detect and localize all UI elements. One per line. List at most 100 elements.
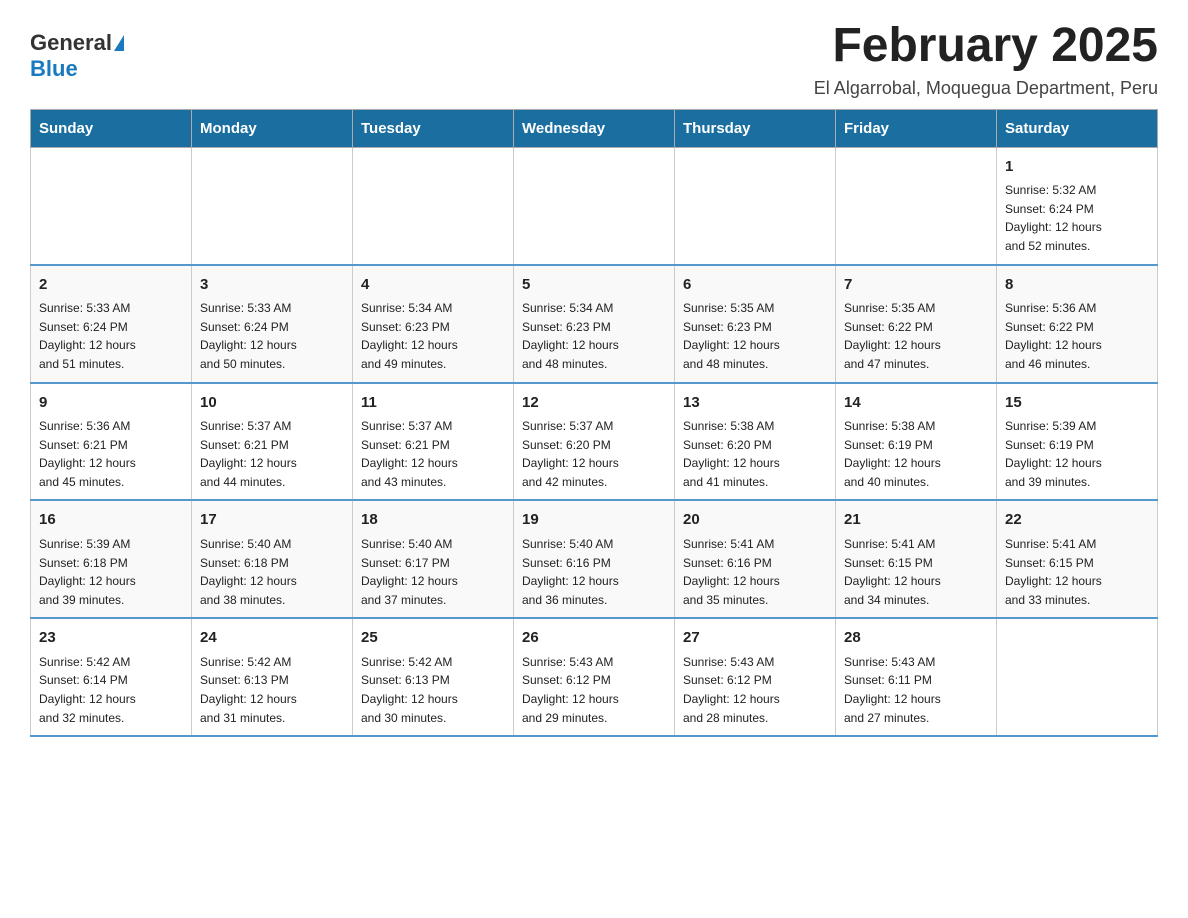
- calendar-week-row: 23 Sunrise: 5:42 AM Sunset: 6:14 PM Dayli…: [31, 618, 1158, 736]
- day-number: 26: [522, 627, 666, 650]
- calendar-week-row: 1Sunrise: 5:32 AM Sunset: 6:24 PM Daylig…: [31, 147, 1158, 264]
- day-info: Sunrise: 5:34 AM Sunset: 6:23 PM Dayligh…: [361, 299, 505, 373]
- header-sunday: Sunday: [31, 109, 192, 147]
- day-info: Sunrise: 5:42 AM Sunset: 6:13 PM Dayligh…: [200, 653, 344, 727]
- day-info: Sunrise: 5:37 AM Sunset: 6:21 PM Dayligh…: [361, 417, 505, 491]
- day-info: Sunrise: 5:42 AM Sunset: 6:13 PM Dayligh…: [361, 653, 505, 727]
- calendar-cell: [997, 618, 1158, 736]
- calendar-cell: 18Sunrise: 5:40 AM Sunset: 6:17 PM Dayli…: [353, 500, 514, 618]
- header-friday: Friday: [836, 109, 997, 147]
- calendar-cell: 11Sunrise: 5:37 AM Sunset: 6:21 PM Dayli…: [353, 383, 514, 501]
- calendar-cell: 24 Sunrise: 5:42 AM Sunset: 6:13 PM Dayli…: [192, 618, 353, 736]
- location-title: El Algarrobal, Moquegua Department, Peru: [814, 78, 1158, 99]
- header-saturday: Saturday: [997, 109, 1158, 147]
- calendar-cell: 15Sunrise: 5:39 AM Sunset: 6:19 PM Dayli…: [997, 383, 1158, 501]
- calendar-cell: [353, 147, 514, 264]
- day-number: 16: [39, 509, 183, 532]
- day-info: Sunrise: 5:32 AM Sunset: 6:24 PM Dayligh…: [1005, 181, 1149, 255]
- title-area: February 2025 El Algarrobal, Moquegua De…: [814, 20, 1158, 99]
- header-tuesday: Tuesday: [353, 109, 514, 147]
- day-info: Sunrise: 5:39 AM Sunset: 6:19 PM Dayligh…: [1005, 417, 1149, 491]
- logo-blue-text: Blue: [30, 56, 78, 82]
- calendar-cell: 27 Sunrise: 5:43 AM Sunset: 6:12 PM Dayli…: [675, 618, 836, 736]
- day-number: 4: [361, 274, 505, 297]
- calendar-cell: 20Sunrise: 5:41 AM Sunset: 6:16 PM Dayli…: [675, 500, 836, 618]
- header-wednesday: Wednesday: [514, 109, 675, 147]
- day-number: 3: [200, 274, 344, 297]
- day-info: Sunrise: 5:35 AM Sunset: 6:23 PM Dayligh…: [683, 299, 827, 373]
- day-info: Sunrise: 5:39 AM Sunset: 6:18 PM Dayligh…: [39, 535, 183, 609]
- page-header: General Blue February 2025 El Algarrobal…: [30, 20, 1158, 99]
- calendar-table: SundayMondayTuesdayWednesdayThursdayFrid…: [30, 109, 1158, 737]
- calendar-cell: 12Sunrise: 5:37 AM Sunset: 6:20 PM Dayli…: [514, 383, 675, 501]
- calendar-cell: 9Sunrise: 5:36 AM Sunset: 6:21 PM Daylig…: [31, 383, 192, 501]
- calendar-cell: 7Sunrise: 5:35 AM Sunset: 6:22 PM Daylig…: [836, 265, 997, 383]
- day-number: 12: [522, 392, 666, 415]
- calendar-cell: 28 Sunrise: 5:43 AM Sunset: 6:11 PM Dayli…: [836, 618, 997, 736]
- calendar-cell: 21 Sunrise: 5:41 AM Sunset: 6:15 PM Dayli…: [836, 500, 997, 618]
- day-info: Sunrise: 5:34 AM Sunset: 6:23 PM Dayligh…: [522, 299, 666, 373]
- calendar-cell: 3Sunrise: 5:33 AM Sunset: 6:24 PM Daylig…: [192, 265, 353, 383]
- logo: General Blue: [30, 30, 124, 82]
- calendar-cell: 8Sunrise: 5:36 AM Sunset: 6:22 PM Daylig…: [997, 265, 1158, 383]
- day-number: 17: [200, 509, 344, 532]
- day-number: 19: [522, 509, 666, 532]
- day-info: Sunrise: 5:36 AM Sunset: 6:21 PM Dayligh…: [39, 417, 183, 491]
- day-number: 24: [200, 627, 344, 650]
- calendar-cell: [836, 147, 997, 264]
- calendar-cell: 4Sunrise: 5:34 AM Sunset: 6:23 PM Daylig…: [353, 265, 514, 383]
- day-info: Sunrise: 5:40 AM Sunset: 6:18 PM Dayligh…: [200, 535, 344, 609]
- day-number: 21: [844, 509, 988, 532]
- day-info: Sunrise: 5:36 AM Sunset: 6:22 PM Dayligh…: [1005, 299, 1149, 373]
- day-number: 7: [844, 274, 988, 297]
- day-info: Sunrise: 5:33 AM Sunset: 6:24 PM Dayligh…: [39, 299, 183, 373]
- calendar-cell: 17 Sunrise: 5:40 AM Sunset: 6:18 PM Dayli…: [192, 500, 353, 618]
- day-number: 22: [1005, 509, 1149, 532]
- calendar-header-row: SundayMondayTuesdayWednesdayThursdayFrid…: [31, 109, 1158, 147]
- day-info: Sunrise: 5:38 AM Sunset: 6:19 PM Dayligh…: [844, 417, 988, 491]
- logo-general-text: General: [30, 30, 112, 56]
- calendar-cell: 6Sunrise: 5:35 AM Sunset: 6:23 PM Daylig…: [675, 265, 836, 383]
- day-info: Sunrise: 5:35 AM Sunset: 6:22 PM Dayligh…: [844, 299, 988, 373]
- day-number: 2: [39, 274, 183, 297]
- calendar-cell: 2Sunrise: 5:33 AM Sunset: 6:24 PM Daylig…: [31, 265, 192, 383]
- day-info: Sunrise: 5:40 AM Sunset: 6:17 PM Dayligh…: [361, 535, 505, 609]
- day-info: Sunrise: 5:43 AM Sunset: 6:11 PM Dayligh…: [844, 653, 988, 727]
- day-info: Sunrise: 5:43 AM Sunset: 6:12 PM Dayligh…: [522, 653, 666, 727]
- day-number: 23: [39, 627, 183, 650]
- day-number: 25: [361, 627, 505, 650]
- day-number: 6: [683, 274, 827, 297]
- day-info: Sunrise: 5:33 AM Sunset: 6:24 PM Dayligh…: [200, 299, 344, 373]
- day-number: 27: [683, 627, 827, 650]
- calendar-cell: 26 Sunrise: 5:43 AM Sunset: 6:12 PM Dayli…: [514, 618, 675, 736]
- day-number: 11: [361, 392, 505, 415]
- day-info: Sunrise: 5:42 AM Sunset: 6:14 PM Dayligh…: [39, 653, 183, 727]
- day-number: 1: [1005, 156, 1149, 179]
- calendar-cell: 16 Sunrise: 5:39 AM Sunset: 6:18 PM Dayli…: [31, 500, 192, 618]
- day-info: Sunrise: 5:38 AM Sunset: 6:20 PM Dayligh…: [683, 417, 827, 491]
- day-info: Sunrise: 5:40 AM Sunset: 6:16 PM Dayligh…: [522, 535, 666, 609]
- calendar-cell: [675, 147, 836, 264]
- day-number: 14: [844, 392, 988, 415]
- calendar-cell: [31, 147, 192, 264]
- day-number: 15: [1005, 392, 1149, 415]
- day-info: Sunrise: 5:41 AM Sunset: 6:15 PM Dayligh…: [1005, 535, 1149, 609]
- calendar-cell: 13Sunrise: 5:38 AM Sunset: 6:20 PM Dayli…: [675, 383, 836, 501]
- day-number: 10: [200, 392, 344, 415]
- calendar-cell: [192, 147, 353, 264]
- calendar-week-row: 2Sunrise: 5:33 AM Sunset: 6:24 PM Daylig…: [31, 265, 1158, 383]
- day-info: Sunrise: 5:41 AM Sunset: 6:15 PM Dayligh…: [844, 535, 988, 609]
- day-number: 8: [1005, 274, 1149, 297]
- calendar-cell: 10Sunrise: 5:37 AM Sunset: 6:21 PM Dayli…: [192, 383, 353, 501]
- day-number: 20: [683, 509, 827, 532]
- month-title: February 2025: [814, 20, 1158, 73]
- day-info: Sunrise: 5:37 AM Sunset: 6:20 PM Dayligh…: [522, 417, 666, 491]
- day-number: 28: [844, 627, 988, 650]
- day-number: 9: [39, 392, 183, 415]
- header-monday: Monday: [192, 109, 353, 147]
- calendar-cell: 22 Sunrise: 5:41 AM Sunset: 6:15 PM Dayli…: [997, 500, 1158, 618]
- day-info: Sunrise: 5:37 AM Sunset: 6:21 PM Dayligh…: [200, 417, 344, 491]
- calendar-cell: 1Sunrise: 5:32 AM Sunset: 6:24 PM Daylig…: [997, 147, 1158, 264]
- calendar-cell: 5Sunrise: 5:34 AM Sunset: 6:23 PM Daylig…: [514, 265, 675, 383]
- day-info: Sunrise: 5:43 AM Sunset: 6:12 PM Dayligh…: [683, 653, 827, 727]
